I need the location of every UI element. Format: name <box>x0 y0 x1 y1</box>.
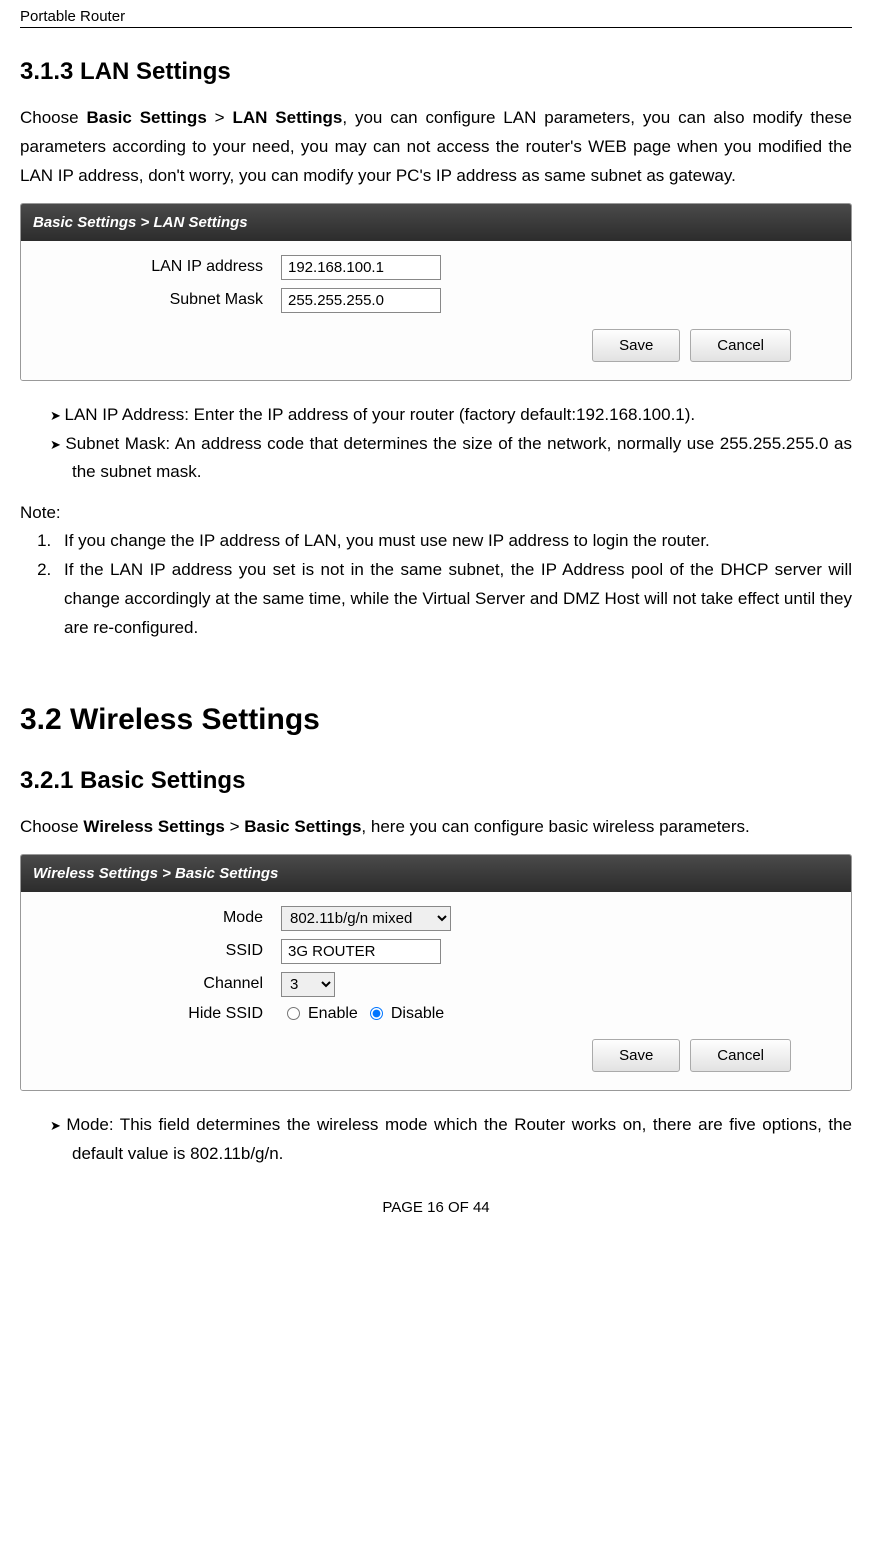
hide-ssid-label: Hide SSID <box>41 1005 281 1023</box>
channel-label: Channel <box>41 975 281 993</box>
intro321-pre: Choose <box>20 817 83 836</box>
lan-settings-panel: Basic Settings > LAN Settings LAN IP add… <box>20 203 852 381</box>
hide-enable-label: Enable <box>308 1005 358 1023</box>
wireless-button-row: Save Cancel <box>41 1031 831 1074</box>
ssid-row: SSID <box>41 939 831 964</box>
intro321-bold1: Wireless Settings <box>83 817 225 836</box>
save-button[interactable]: Save <box>592 329 680 362</box>
cancel-button[interactable]: Cancel <box>690 329 791 362</box>
hide-ssid-radios: Enable Disable <box>281 1005 444 1023</box>
wireless-panel-body: Mode 802.11b/g/n mixed SSID Channel 3 Hi… <box>21 892 851 1090</box>
lan-ip-input[interactable] <box>281 255 441 280</box>
lan-bullet-mask: Subnet Mask: An address code that determ… <box>20 430 852 488</box>
intro-mid: > <box>207 108 233 127</box>
channel-row: Channel 3 <box>41 972 831 997</box>
heading-3-2-1: 3.2.1 Basic Settings <box>20 767 852 795</box>
hide-disable-radio[interactable] <box>370 1007 383 1020</box>
intro-bold1: Basic Settings <box>86 108 206 127</box>
lan-panel-body: LAN IP address Subnet Mask Save Cancel <box>21 241 851 380</box>
note-1: If you change the IP address of LAN, you… <box>56 527 852 556</box>
page-footer: PAGE 16 OF 44 <box>20 1199 852 1226</box>
wireless-panel-title: Wireless Settings > Basic Settings <box>21 855 851 892</box>
mode-row: Mode 802.11b/g/n mixed <box>41 906 831 931</box>
hide-disable-label: Disable <box>391 1005 444 1023</box>
mode-label: Mode <box>41 909 281 927</box>
lan-bullet-ip: LAN IP Address: Enter the IP address of … <box>20 401 852 430</box>
save-button[interactable]: Save <box>592 1039 680 1072</box>
wireless-settings-panel: Wireless Settings > Basic Settings Mode … <box>20 854 852 1091</box>
intro321-post: , here you can configure basic wireless … <box>361 817 749 836</box>
intro-3-2-1: Choose Wireless Settings > Basic Setting… <box>20 813 852 842</box>
lan-ip-row: LAN IP address <box>41 255 831 280</box>
intro-3-1-3: Choose Basic Settings > LAN Settings, yo… <box>20 104 852 191</box>
wireless-bullet-mode: Mode: This field determines the wireless… <box>20 1111 852 1169</box>
note-2: If the LAN IP address you set is not in … <box>56 556 852 643</box>
hide-enable-radio[interactable] <box>287 1007 300 1020</box>
ssid-input[interactable] <box>281 939 441 964</box>
hide-ssid-row: Hide SSID Enable Disable <box>41 1005 831 1023</box>
intro-pre: Choose <box>20 108 86 127</box>
note-list: If you change the IP address of LAN, you… <box>20 527 852 643</box>
lan-button-row: Save Cancel <box>41 321 831 364</box>
header-rule <box>20 27 852 28</box>
lan-panel-title: Basic Settings > LAN Settings <box>21 204 851 241</box>
intro-bold2: LAN Settings <box>232 108 342 127</box>
intro321-bold2: Basic Settings <box>244 817 361 836</box>
subnet-input[interactable] <box>281 288 441 313</box>
heading-3-2: 3.2 Wireless Settings <box>20 703 852 737</box>
doc-header-title: Portable Router <box>20 0 852 27</box>
wireless-bullet-list: Mode: This field determines the wireless… <box>20 1111 852 1169</box>
intro321-mid: > <box>225 817 244 836</box>
subnet-label: Subnet Mask <box>41 291 281 309</box>
note-heading: Note: <box>20 503 852 523</box>
cancel-button[interactable]: Cancel <box>690 1039 791 1072</box>
mode-select[interactable]: 802.11b/g/n mixed <box>281 906 451 931</box>
ssid-label: SSID <box>41 942 281 960</box>
lan-ip-label: LAN IP address <box>41 258 281 276</box>
lan-bullet-list: LAN IP Address: Enter the IP address of … <box>20 401 852 488</box>
heading-3-1-3: 3.1.3 LAN Settings <box>20 58 852 86</box>
channel-select[interactable]: 3 <box>281 972 335 997</box>
subnet-row: Subnet Mask <box>41 288 831 313</box>
